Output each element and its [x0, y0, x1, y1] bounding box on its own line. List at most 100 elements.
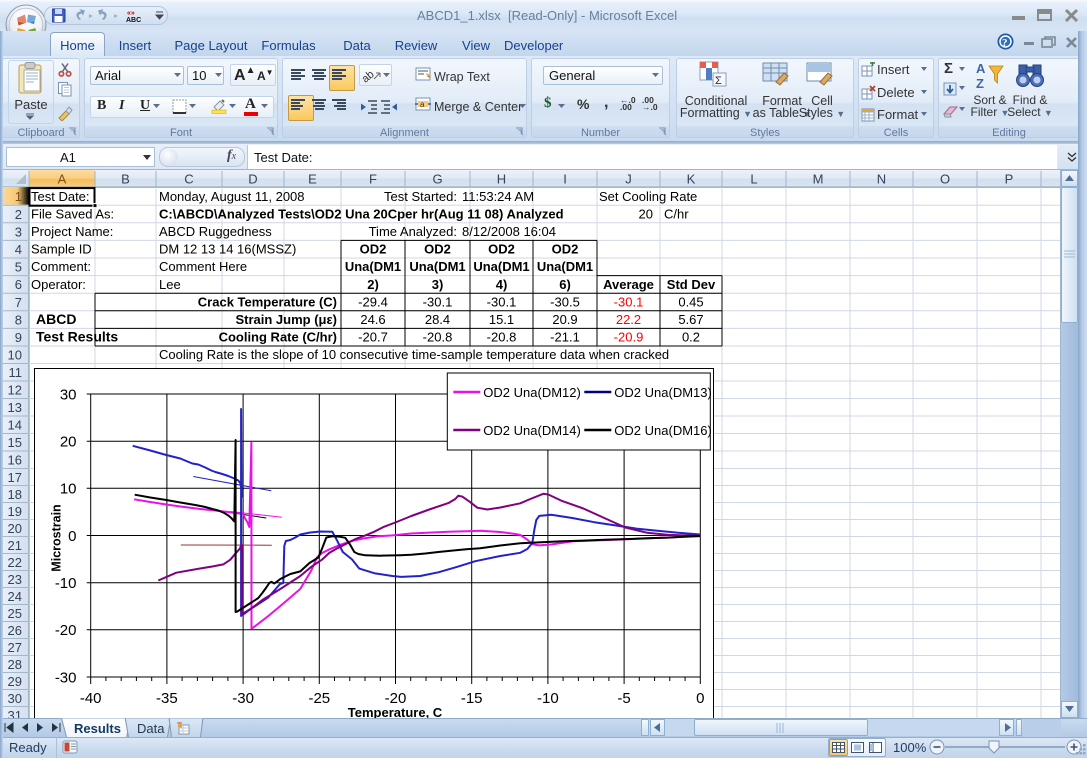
svg-text:-20.8: -20.8 [487, 330, 517, 345]
svg-text:L: L [750, 171, 757, 186]
svg-text:28.4: 28.4 [425, 312, 450, 327]
svg-text:0.45: 0.45 [678, 294, 703, 309]
svg-text:Cooling Rate (C/hr): Cooling Rate (C/hr) [219, 330, 337, 345]
svg-text:6: 6 [15, 277, 22, 292]
svg-text:C: C [184, 171, 193, 186]
svg-text:10: 10 [60, 481, 77, 498]
svg-text:J: J [625, 171, 632, 186]
svg-text:-30.5: -30.5 [550, 294, 580, 309]
svg-text:Comment Here: Comment Here [159, 259, 247, 274]
svg-text:22: 22 [8, 555, 22, 570]
svg-text:OD2 Una(DM14): OD2 Una(DM14) [483, 423, 581, 438]
svg-text:Operator:: Operator: [31, 277, 86, 292]
svg-text:OD2: OD2 [488, 242, 515, 257]
svg-text:-15: -15 [461, 690, 483, 707]
svg-text:«»: «» [127, 10, 135, 17]
svg-text:C:\ABCD\Analyzed Tests\OD2 Una: C:\ABCD\Analyzed Tests\OD2 Una 20Cper hr… [159, 206, 564, 221]
svg-text:O: O [940, 171, 950, 186]
svg-text:0: 0 [696, 690, 704, 707]
svg-text:OD2: OD2 [360, 242, 387, 257]
svg-text:A: A [58, 171, 67, 186]
svg-text:11:53:24 AM: 11:53:24 AM [462, 189, 534, 204]
svg-text:Una(DM1: Una(DM1 [345, 259, 401, 274]
svg-text:12: 12 [8, 383, 22, 398]
svg-text:Project Name:: Project Name: [31, 224, 113, 239]
svg-text:27: 27 [8, 640, 22, 655]
svg-text:2): 2) [367, 277, 379, 292]
svg-text:Test Started:: Test Started: [384, 189, 457, 204]
svg-text:Cooling Rate is the slope of 1: Cooling Rate is the slope of 10 consecut… [159, 347, 669, 362]
svg-text:Test Results: Test Results [36, 329, 118, 345]
svg-text:Strain Jump (με): Strain Jump (με) [235, 312, 337, 327]
svg-text:8/12/2008 16:04: 8/12/2008 16:04 [462, 224, 556, 239]
svg-text:Z: Z [976, 76, 984, 91]
svg-text:3): 3) [432, 277, 444, 292]
svg-text:Crack Temperature (C): Crack Temperature (C) [198, 294, 337, 309]
svg-text:11: 11 [9, 365, 23, 380]
svg-text:22.2: 22.2 [616, 312, 641, 327]
svg-text:21: 21 [8, 538, 22, 553]
svg-text:-40: -40 [80, 690, 102, 707]
svg-text:I: I [563, 171, 567, 186]
svg-text:Monday, August 11, 2008: Monday, August 11, 2008 [159, 189, 305, 204]
svg-text:Time Analyzed:: Time Analyzed: [369, 224, 457, 239]
svg-text:Std Dev: Std Dev [667, 277, 716, 292]
svg-text:N: N [877, 171, 886, 186]
svg-text:Comment:: Comment: [31, 259, 91, 274]
svg-text:15: 15 [8, 435, 22, 450]
svg-text:Σ: Σ [715, 75, 722, 87]
svg-text:-20.7: -20.7 [358, 330, 388, 345]
svg-text:D: D [248, 171, 257, 186]
svg-text:4: 4 [15, 242, 22, 257]
svg-text:-20: -20 [55, 622, 77, 639]
svg-text:7: 7 [15, 295, 22, 310]
svg-text:OD2 Una(DM12): OD2 Una(DM12) [483, 385, 581, 400]
svg-text:-29.4: -29.4 [358, 294, 388, 309]
svg-text:0.2: 0.2 [682, 330, 700, 345]
svg-text:Una(DM1: Una(DM1 [409, 259, 465, 274]
svg-text:H: H [497, 171, 506, 186]
svg-text:Una(DM1: Una(DM1 [537, 259, 593, 274]
svg-text:16: 16 [8, 453, 22, 468]
svg-text:-30: -30 [55, 669, 77, 686]
svg-text:-30.1: -30.1 [487, 294, 517, 309]
svg-text:30: 30 [8, 691, 22, 706]
svg-text:2: 2 [15, 207, 22, 222]
svg-text:B: B [121, 171, 130, 186]
svg-text:ab: ab [362, 68, 377, 83]
svg-text:3: 3 [15, 224, 22, 239]
svg-text:F: F [369, 171, 377, 186]
svg-text:OD2: OD2 [424, 242, 451, 257]
svg-text:a: a [420, 100, 425, 109]
svg-text:15.1: 15.1 [489, 312, 514, 327]
svg-text:25: 25 [8, 606, 22, 621]
svg-text:17: 17 [8, 470, 22, 485]
svg-text:ABC: ABC [126, 17, 141, 24]
svg-text:26: 26 [8, 623, 22, 638]
svg-text:18: 18 [8, 487, 22, 502]
svg-text:-20.8: -20.8 [423, 330, 453, 345]
svg-text:-5: -5 [617, 690, 630, 707]
svg-text:10: 10 [8, 348, 22, 363]
svg-text:24: 24 [8, 589, 22, 604]
svg-text:OD2: OD2 [552, 242, 579, 257]
svg-text:19: 19 [8, 504, 22, 519]
svg-text:ABCD: ABCD [36, 311, 76, 327]
svg-text:Microstrain: Microstrain [50, 504, 64, 571]
svg-text:13: 13 [8, 400, 22, 415]
svg-text:8: 8 [15, 312, 22, 327]
svg-text:?: ? [1002, 37, 1008, 49]
svg-text:20.9: 20.9 [552, 312, 577, 327]
svg-text:-30.1: -30.1 [614, 294, 644, 309]
svg-text:28: 28 [8, 657, 22, 672]
svg-text:Average: Average [603, 277, 654, 292]
svg-text:-35: -35 [156, 690, 178, 707]
svg-text:30: 30 [60, 386, 77, 403]
svg-text:M: M [813, 171, 824, 186]
svg-text:20: 20 [8, 521, 22, 536]
svg-text:4): 4) [496, 277, 508, 292]
svg-text:-21.1: -21.1 [550, 330, 580, 345]
svg-text:14: 14 [8, 418, 22, 433]
svg-text:20: 20 [60, 434, 77, 451]
svg-text:6): 6) [559, 277, 571, 292]
